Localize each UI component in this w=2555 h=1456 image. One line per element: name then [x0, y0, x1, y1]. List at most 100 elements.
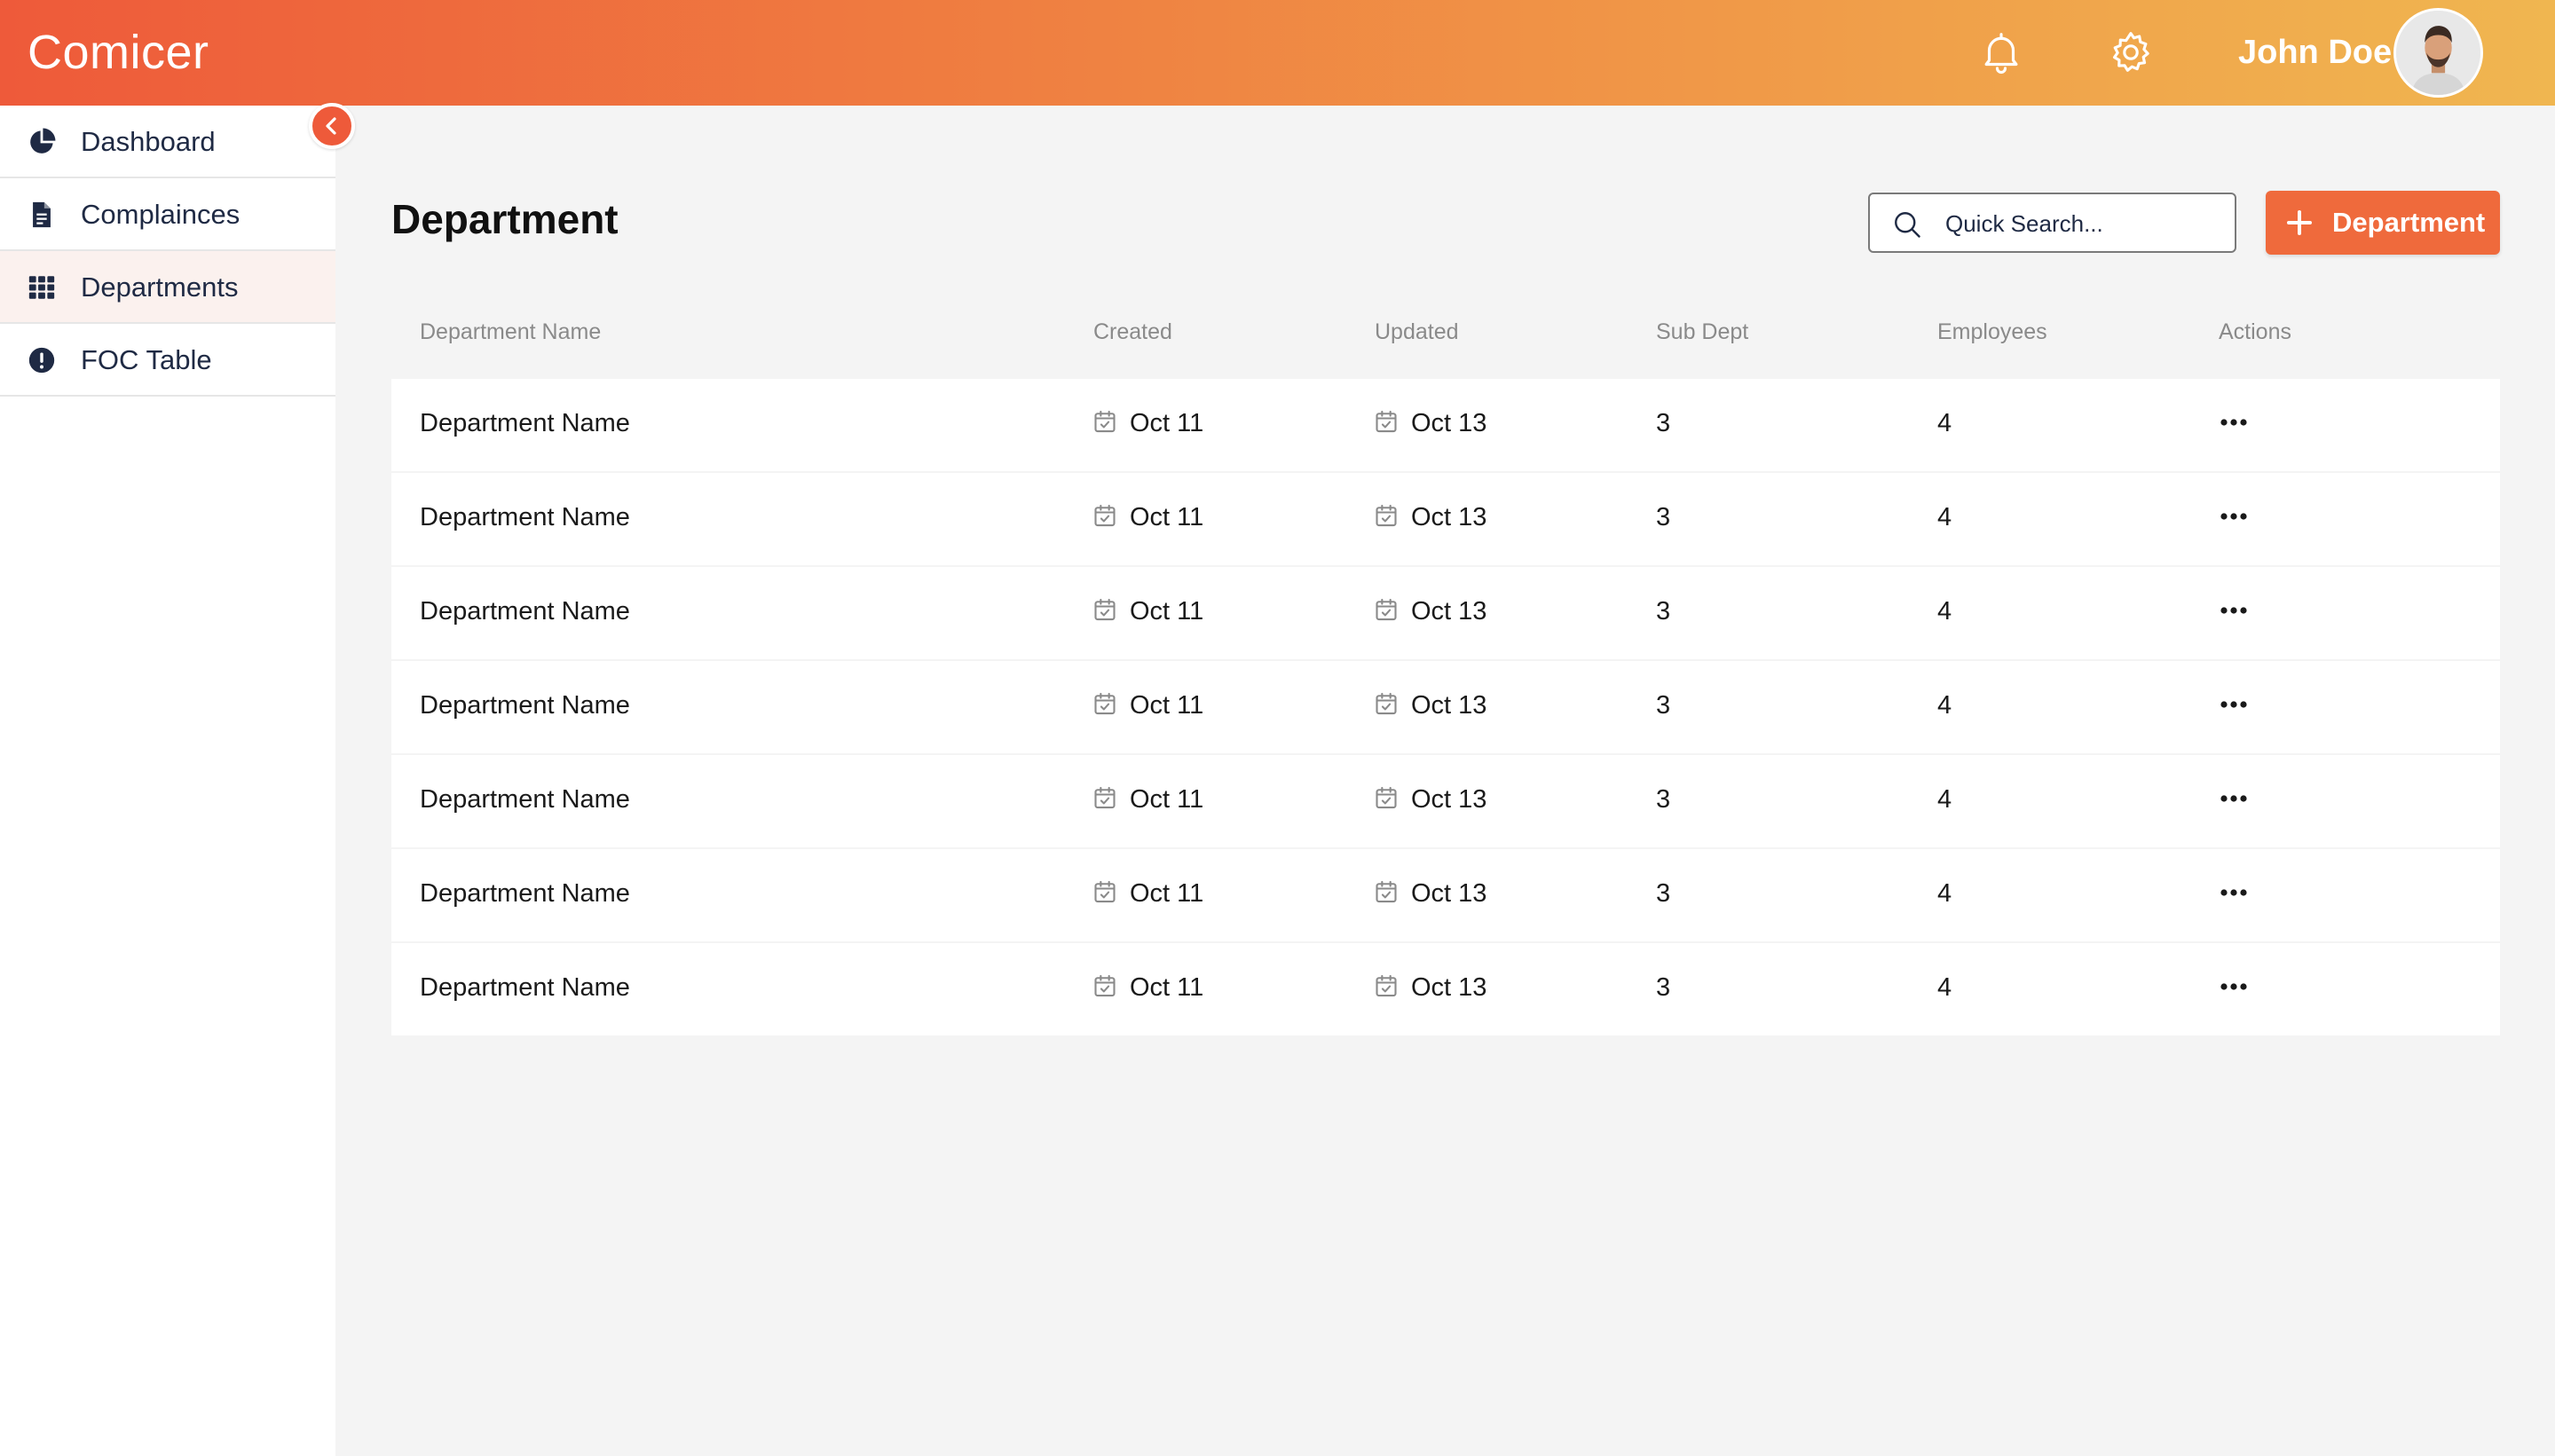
- created-date: Oct 11: [1130, 973, 1204, 1002]
- updated-date: Oct 13: [1411, 973, 1487, 1002]
- sidebar-item-label: Complainces: [81, 199, 241, 230]
- sidebar-item-foc-table[interactable]: FOC Table: [0, 324, 335, 397]
- updated-cell: Oct 13: [1374, 409, 1486, 438]
- calendar-check-icon: [1374, 503, 1399, 528]
- created-date: Oct 11: [1130, 691, 1204, 720]
- search-input[interactable]: [1945, 207, 2220, 240]
- calendar-check-icon: [1374, 973, 1399, 998]
- updated-cell: Oct 13: [1374, 973, 1486, 1003]
- sidebar-item-dashboard[interactable]: Dashboard: [0, 106, 335, 178]
- user-name[interactable]: John Doe: [2238, 34, 2392, 72]
- sidebar-item-complainces[interactable]: Complainces: [0, 178, 335, 251]
- calendar-check-icon: [1092, 409, 1117, 434]
- column-header-sub-dept[interactable]: Sub Dept: [1656, 319, 1748, 345]
- plus-icon: [2287, 210, 2312, 235]
- department-name-cell: Department Name: [420, 879, 630, 908]
- document-icon: [27, 200, 57, 230]
- department-table: Department Name Oct 11 Oct 13 3 4 Depart…: [391, 379, 2500, 1037]
- employees-cell: 4: [1937, 879, 1952, 908]
- gear-icon[interactable]: [2107, 28, 2155, 76]
- sidebar: Dashboard Complainces Departments FOC Ta…: [0, 106, 335, 1456]
- employees-cell: 4: [1937, 691, 1952, 720]
- department-name-cell: Department Name: [420, 503, 630, 531]
- employees-cell: 4: [1937, 503, 1952, 531]
- calendar-check-icon: [1092, 785, 1117, 810]
- alert-icon: [27, 345, 57, 375]
- pie-chart-icon: [27, 127, 57, 157]
- chevron-left-icon: [326, 117, 336, 135]
- sidebar-item-label: Dashboard: [81, 126, 216, 157]
- employees-cell: 4: [1937, 597, 1952, 626]
- calendar-check-icon: [1374, 691, 1399, 716]
- department-name-cell: Department Name: [420, 973, 630, 1002]
- updated-date: Oct 13: [1411, 409, 1487, 437]
- add-department-button[interactable]: Department: [2266, 191, 2500, 255]
- avatar[interactable]: [2393, 8, 2483, 98]
- employees-cell: 4: [1937, 973, 1952, 1002]
- more-actions-icon[interactable]: [2216, 783, 2251, 814]
- updated-date: Oct 13: [1411, 597, 1487, 626]
- updated-date: Oct 13: [1411, 785, 1487, 814]
- bell-icon[interactable]: [1977, 28, 2025, 76]
- column-header-department-name[interactable]: Department Name: [420, 319, 601, 345]
- table-row[interactable]: Department Name Oct 11 Oct 13 3 4: [391, 567, 2500, 659]
- employees-cell: 4: [1937, 785, 1952, 814]
- calendar-check-icon: [1092, 973, 1117, 998]
- sub-dept-cell: 3: [1656, 503, 1671, 531]
- search-box[interactable]: [1868, 193, 2236, 253]
- column-header-created[interactable]: Created: [1093, 319, 1172, 345]
- sub-dept-cell: 3: [1656, 409, 1671, 437]
- updated-cell: Oct 13: [1374, 691, 1486, 720]
- created-cell: Oct 11: [1092, 409, 1203, 438]
- department-name-cell: Department Name: [420, 409, 630, 437]
- more-actions-icon[interactable]: [2216, 595, 2251, 626]
- created-cell: Oct 11: [1092, 879, 1203, 909]
- sidebar-item-label: FOC Table: [81, 344, 212, 375]
- created-date: Oct 11: [1130, 409, 1204, 437]
- grid-icon: [27, 272, 57, 303]
- updated-cell: Oct 13: [1374, 879, 1486, 909]
- collapse-sidebar-button[interactable]: [309, 103, 355, 149]
- table-row[interactable]: Department Name Oct 11 Oct 13 3 4: [391, 379, 2500, 471]
- updated-date: Oct 13: [1411, 691, 1487, 720]
- updated-date: Oct 13: [1411, 879, 1487, 908]
- page-title: Department: [391, 196, 619, 242]
- sub-dept-cell: 3: [1656, 879, 1671, 908]
- column-header-employees[interactable]: Employees: [1937, 319, 2047, 345]
- table-row[interactable]: Department Name Oct 11 Oct 13 3 4: [391, 473, 2500, 565]
- sub-dept-cell: 3: [1656, 597, 1671, 626]
- brand-logo[interactable]: Comicer: [28, 25, 209, 80]
- table-row[interactable]: Department Name Oct 11 Oct 13 3 4: [391, 849, 2500, 941]
- created-cell: Oct 11: [1092, 691, 1203, 720]
- table-row[interactable]: Department Name Oct 11 Oct 13 3 4: [391, 943, 2500, 1035]
- created-cell: Oct 11: [1092, 503, 1203, 532]
- calendar-check-icon: [1374, 879, 1399, 904]
- sidebar-item-departments[interactable]: Departments: [0, 251, 335, 324]
- sidebar-item-label: Departments: [81, 272, 239, 303]
- more-actions-icon[interactable]: [2216, 407, 2251, 437]
- calendar-check-icon: [1374, 597, 1399, 622]
- calendar-check-icon: [1374, 409, 1399, 434]
- created-cell: Oct 11: [1092, 785, 1203, 815]
- created-date: Oct 11: [1130, 785, 1204, 814]
- table-row[interactable]: Department Name Oct 11 Oct 13 3 4: [391, 661, 2500, 753]
- search-icon: [1895, 212, 1920, 238]
- sub-dept-cell: 3: [1656, 973, 1671, 1002]
- table-row[interactable]: Department Name Oct 11 Oct 13 3 4: [391, 755, 2500, 847]
- created-date: Oct 11: [1130, 879, 1204, 908]
- more-actions-icon[interactable]: [2216, 878, 2251, 908]
- column-header-updated[interactable]: Updated: [1375, 319, 1459, 345]
- sub-dept-cell: 3: [1656, 691, 1671, 720]
- calendar-check-icon: [1374, 785, 1399, 810]
- more-actions-icon[interactable]: [2216, 501, 2251, 531]
- department-name-cell: Department Name: [420, 691, 630, 720]
- top-bar: Comicer John Doe: [0, 0, 2555, 106]
- more-actions-icon[interactable]: [2216, 689, 2251, 720]
- more-actions-icon[interactable]: [2216, 972, 2251, 1002]
- calendar-check-icon: [1092, 597, 1117, 622]
- created-cell: Oct 11: [1092, 597, 1203, 626]
- employees-cell: 4: [1937, 409, 1952, 437]
- calendar-check-icon: [1092, 503, 1117, 528]
- created-date: Oct 11: [1130, 597, 1204, 626]
- created-date: Oct 11: [1130, 503, 1204, 531]
